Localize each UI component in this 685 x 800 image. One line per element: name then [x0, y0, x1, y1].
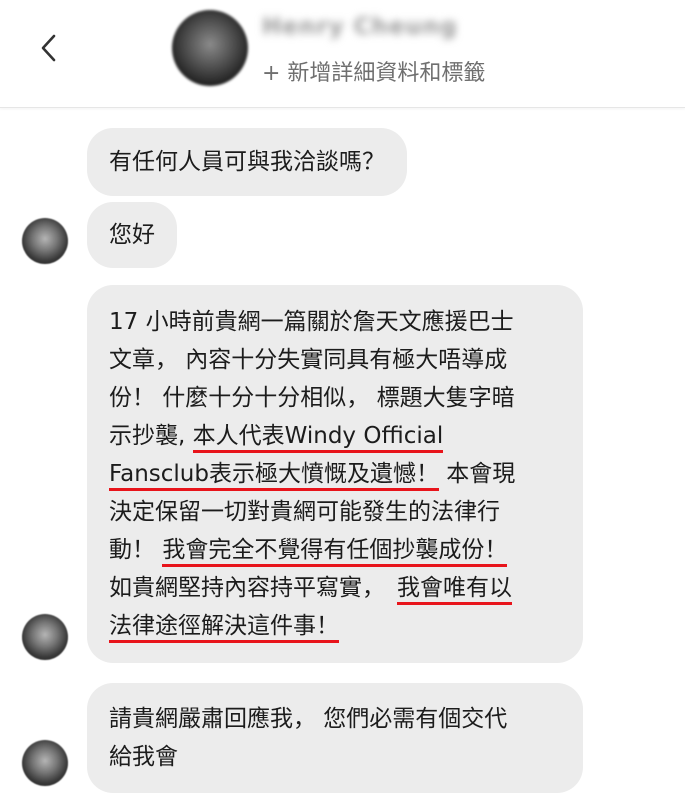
sender-avatar	[22, 614, 68, 660]
conversation-header: Henry Cheung + 新增詳細資料和標籤	[0, 0, 685, 108]
underlined-segment: 法律途徑解決這件事！	[109, 613, 339, 643]
message-line: 17 小時前貴網一篇關於詹天文應援巴士	[109, 309, 514, 335]
message-line: 法律途徑解決這件事！	[109, 607, 561, 645]
message-segment: 示抄襲,	[109, 423, 193, 449]
back-button[interactable]	[30, 28, 66, 68]
message-text: 您好	[109, 222, 155, 248]
message-line: 份！ 什麼十分十分相似， 標題大隻字暗	[109, 385, 515, 411]
contact-avatar[interactable]	[172, 10, 248, 86]
underlined-segment: 我會唯有以	[397, 575, 512, 605]
message-line: 給我會	[109, 744, 178, 770]
underlined-segment: 本人代表Windy Official	[192, 423, 444, 453]
message-line: 請貴網嚴肅回應我， 您們必需有個交代	[109, 706, 508, 732]
underlined-segment: 我會完全不覺得有任個抄襲成份！	[162, 537, 508, 567]
message-bubble[interactable]: 您好	[87, 202, 177, 268]
add-details-link[interactable]: + 新增詳細資料和標籤	[262, 55, 485, 87]
message-line: Fansclub表示極大憤慨及遺憾！ 本會現	[109, 455, 561, 493]
sender-avatar	[22, 740, 68, 786]
message-segment: 動！	[109, 537, 163, 563]
message-line: 如貴網堅持內容持平寫實， 我會唯有以	[109, 569, 561, 607]
message-text: 有任何人員可與我洽談嗎？	[109, 149, 385, 175]
message-bubble[interactable]: 17 小時前貴網一篇關於詹天文應援巴士 文章， 內容十分失實同具有極大唔導成 份…	[87, 285, 583, 663]
sender-avatar	[22, 218, 68, 264]
contact-name[interactable]: Henry Cheung	[262, 14, 458, 40]
underlined-segment: Fansclub表示極大憤慨及遺憾！	[109, 461, 439, 491]
message-line: 決定保留一切對貴網可能發生的法律行	[109, 499, 500, 525]
message-line: 示抄襲, 本人代表Windy Official	[109, 417, 561, 455]
message-segment: 如貴網堅持內容持平寫實，	[109, 575, 385, 601]
message-segment: 本會現	[439, 461, 516, 487]
chevron-left-icon	[41, 34, 56, 62]
message-bubble[interactable]: 請貴網嚴肅回應我， 您們必需有個交代 給我會	[87, 683, 583, 793]
message-line: 動！ 我會完全不覺得有任個抄襲成份！	[109, 531, 561, 569]
message-line: 文章， 內容十分失實同具有極大唔導成	[109, 347, 508, 373]
message-bubble[interactable]: 有任何人員可與我洽談嗎？	[87, 128, 407, 196]
